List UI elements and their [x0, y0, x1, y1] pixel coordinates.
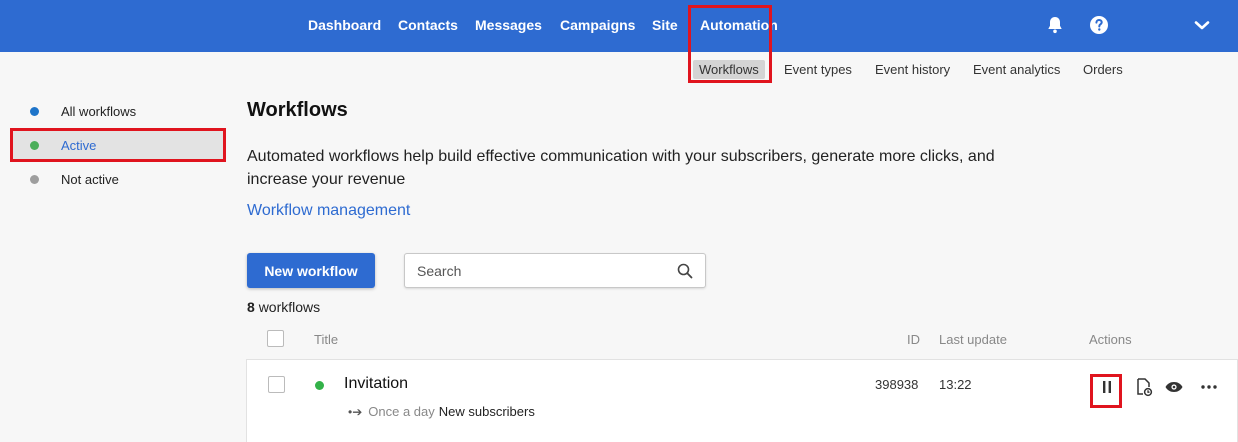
- eye-icon[interactable]: [1161, 374, 1187, 400]
- schedule-audience: New subscribers: [438, 404, 535, 419]
- sidebar-item-label: All workflows: [61, 103, 137, 119]
- workflow-last-update: 13:22: [939, 377, 972, 392]
- status-dot: [30, 174, 39, 184]
- top-navigation-bar: Dashboard Contacts Messages Campaigns Si…: [0, 0, 1238, 52]
- page-title: Workflows: [247, 99, 348, 121]
- nav-contacts[interactable]: Contacts: [398, 17, 458, 33]
- subnav-orders[interactable]: Orders: [1083, 62, 1123, 77]
- subnav-event-history[interactable]: Event history: [875, 62, 950, 77]
- nav-automation[interactable]: Automation: [700, 17, 778, 33]
- pause-icon[interactable]: [1094, 374, 1120, 400]
- column-last-update[interactable]: Last update: [939, 332, 1007, 347]
- search-input[interactable]: [417, 254, 667, 287]
- status-dot: [30, 140, 39, 150]
- workflow-count-label: workflows: [258, 299, 321, 315]
- workflow-count: 8 workflows: [247, 299, 320, 315]
- status-dot: [30, 106, 39, 116]
- workflow-schedule: •➔ Once a day New subscribers: [348, 404, 535, 419]
- sidebar-item-all-workflows[interactable]: All workflows: [12, 96, 224, 126]
- column-id[interactable]: ID: [907, 332, 920, 347]
- schedule-frequency: Once a day: [368, 404, 435, 419]
- bell-icon[interactable]: [1045, 15, 1065, 35]
- search-icon[interactable]: [677, 263, 693, 279]
- document-history-icon[interactable]: [1131, 374, 1157, 400]
- more-icon[interactable]: [1196, 374, 1222, 400]
- status-dot: [315, 381, 324, 390]
- workflow-id: 398938: [875, 377, 919, 392]
- nav-site[interactable]: Site: [652, 17, 678, 33]
- sidebar-item-not-active[interactable]: Not active: [12, 164, 224, 194]
- sidebar-item-label: Not active: [61, 171, 119, 187]
- workflow-name[interactable]: Invitation: [344, 375, 408, 393]
- workflow-management-link[interactable]: Workflow management: [247, 202, 410, 220]
- column-title[interactable]: Title: [314, 332, 338, 347]
- subnav-workflows[interactable]: Workflows: [693, 60, 765, 79]
- chevron-down-icon[interactable]: [1192, 15, 1212, 35]
- row-checkbox[interactable]: [268, 376, 285, 393]
- trigger-arrow-icon: •➔: [348, 405, 363, 419]
- new-workflow-button[interactable]: New workflow: [247, 253, 375, 288]
- search-box: [404, 253, 706, 288]
- help-icon[interactable]: [1089, 15, 1109, 35]
- subnav-event-analytics[interactable]: Event analytics: [973, 62, 1060, 77]
- sidebar-item-active[interactable]: Active: [12, 130, 224, 160]
- subnav-event-types[interactable]: Event types: [784, 62, 852, 77]
- nav-messages[interactable]: Messages: [475, 17, 542, 33]
- page-description: Automated workflows help build effective…: [247, 148, 995, 188]
- column-actions: Actions: [1089, 332, 1132, 347]
- table-row[interactable]: Invitation •➔ Once a day New subscribers 3…: [246, 359, 1238, 442]
- nav-dashboard[interactable]: Dashboard: [308, 17, 381, 33]
- workflow-count-number: 8: [247, 299, 255, 315]
- select-all-checkbox[interactable]: [267, 330, 284, 347]
- sidebar-item-label: Active: [61, 137, 97, 153]
- nav-campaigns[interactable]: Campaigns: [560, 17, 635, 33]
